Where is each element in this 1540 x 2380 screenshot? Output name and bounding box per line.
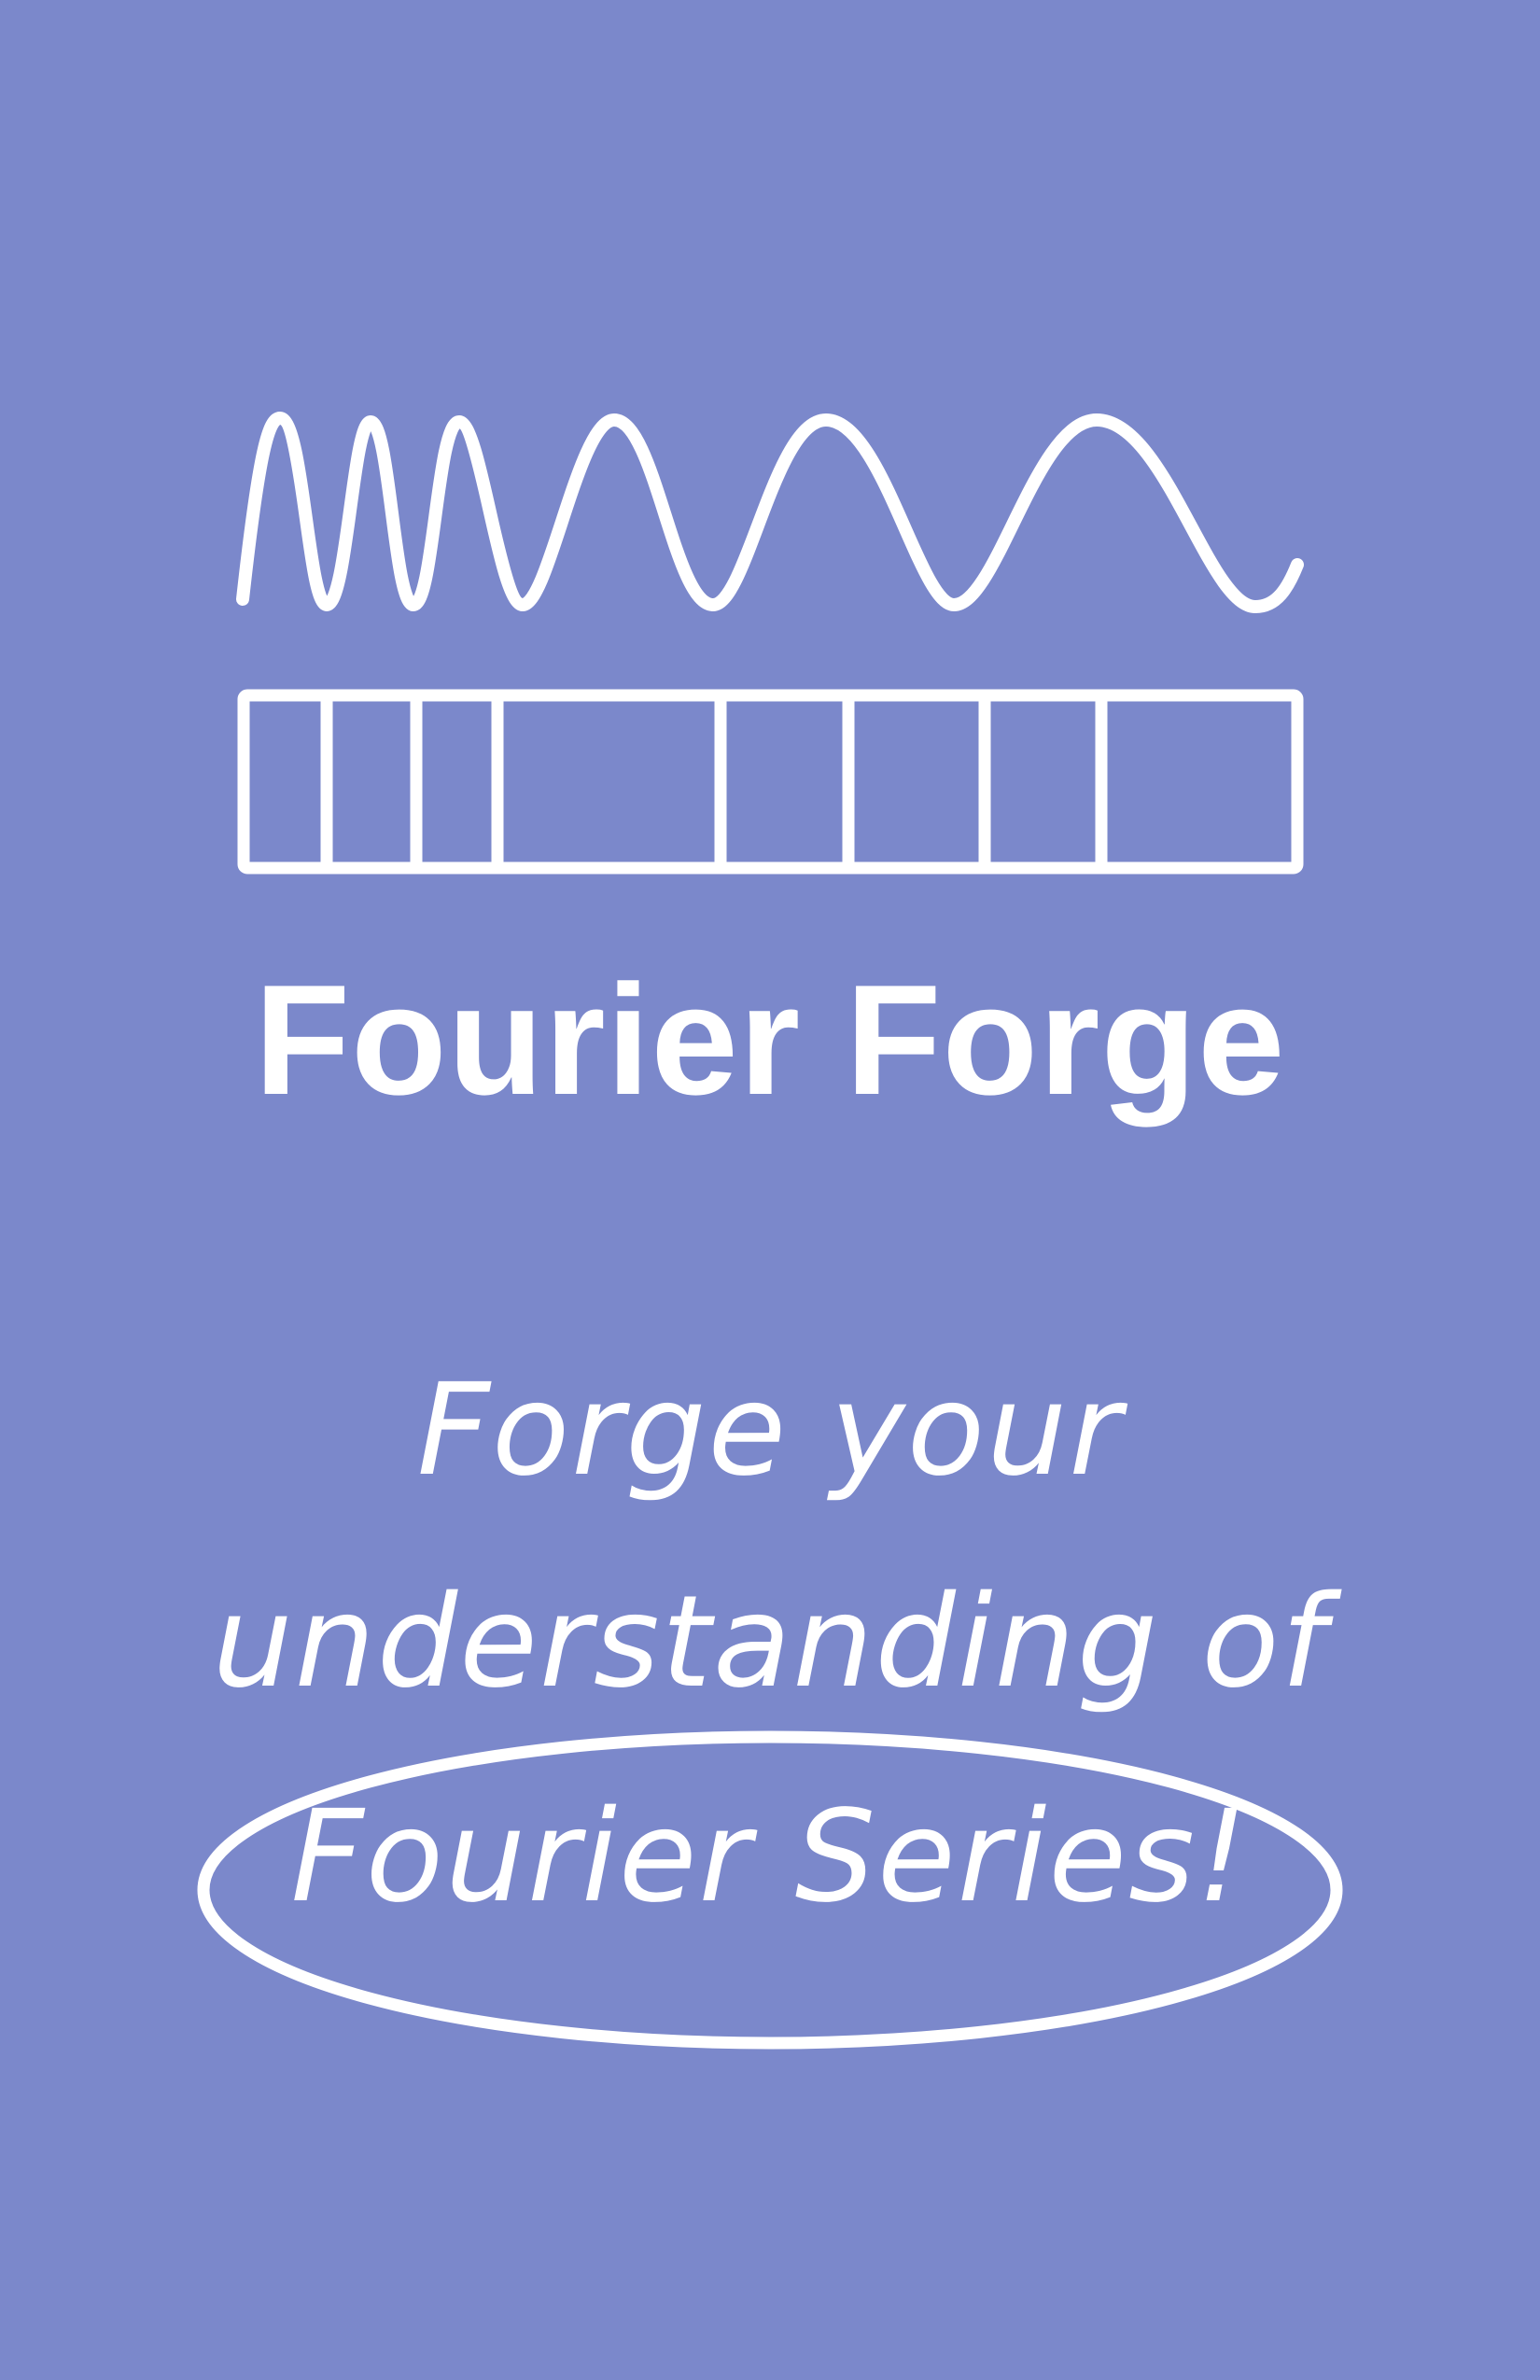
wave-icon (236, 412, 1304, 613)
segmented-bar-icon (237, 689, 1304, 875)
app-title: Fourier Forge (254, 952, 1286, 1127)
poster-artwork (197, 412, 1343, 2050)
tagline-line-2: understanding of (212, 1569, 1328, 1716)
tagline-line-1: Forge your (416, 1357, 1124, 1505)
tagline-line-3: Fourier Series! (290, 1784, 1250, 1931)
